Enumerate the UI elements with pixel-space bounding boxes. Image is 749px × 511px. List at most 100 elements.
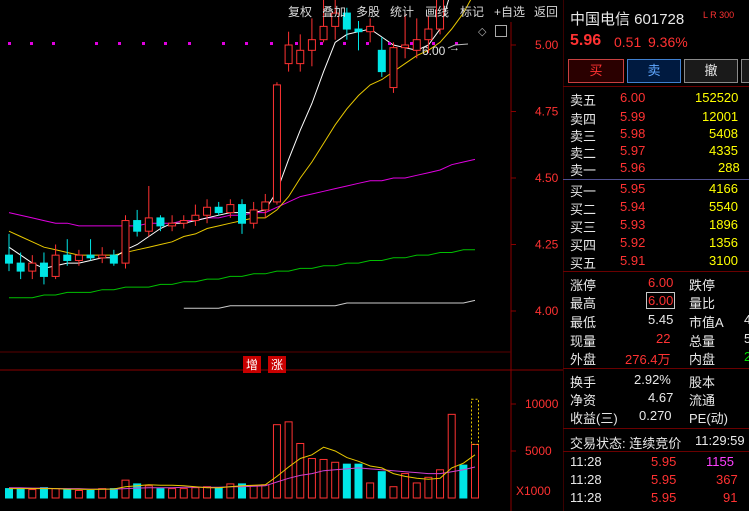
candle-body [249,209,258,224]
ask-volume: 4335 [709,143,738,158]
signal-dot [164,42,167,45]
signal-dot [30,42,33,45]
overlay-button[interactable]: 叠加 [322,3,346,21]
expand-icon[interactable] [495,25,507,37]
limit-up-label: 涨停 [570,278,597,293]
candle-body [109,254,118,264]
panel-divider [563,368,749,369]
price-change: 0.51 [614,34,642,50]
high-value: 6.00 [646,292,676,309]
add-watchlist-button[interactable]: +自选 [494,3,525,21]
volume-bar [284,421,293,499]
candle-body [424,28,433,41]
signal-dot [222,42,225,45]
tick-time: 11:28 [570,490,602,505]
draw-line-button[interactable]: 画线 [425,3,449,21]
restore-rights-button[interactable]: 复权 [288,3,312,21]
tick-time: 11:28 [570,454,602,469]
cancel-label: 撤 [704,63,718,78]
market-cap-value: 4 [744,312,749,327]
bid-volume: 3100 [709,253,738,268]
candle-body [307,39,316,51]
signal-dot [245,42,248,45]
candle-body [284,44,293,65]
eps-value: 0.270 [639,408,672,423]
volume-bar [203,486,212,499]
vol-ratio-label: 量比 [689,296,716,311]
candle-body [86,254,95,259]
panel-divider [563,271,749,272]
volume-bar [109,488,118,499]
buy-button[interactable]: 买 [568,59,624,83]
candle-body [272,84,281,203]
price-tick-label: 5.00 [535,38,559,52]
statistics-button[interactable]: 统计 [390,3,414,21]
kline-chart-svg[interactable]: 6.005.755.505.255.004.754.504.254.001000… [0,0,563,511]
volume-bar [156,488,165,499]
mark-button[interactable]: 标记 [460,3,484,21]
nav-label: 净资 [570,393,597,408]
candle-body [16,262,25,272]
price-tick-label: 4.50 [535,171,559,185]
bid-price: 5.92 [620,235,646,250]
volume-bar [249,485,258,499]
current-price: 5.96 [570,32,602,49]
ask-price: 5.96 [620,160,646,175]
volume-bar [16,488,25,499]
candle-body [226,204,235,214]
candle-body [121,220,130,264]
stock-name-code: 中国电信 601728 [570,11,685,28]
turnover-value: 2.92% [634,372,671,387]
tick-price: 5.95 [651,490,677,505]
nav-value: 4.67 [648,390,674,405]
limit-up-value: 6.00 [648,275,674,290]
volume-projection-bar [471,398,479,445]
tick-volume: 1155 [706,454,734,469]
volume-bar [354,463,363,499]
low-label: 最低 [570,315,597,330]
candle-body [179,220,188,224]
bid-label: 买一 [570,184,597,199]
volume-bar [191,487,200,499]
candle-body [168,222,177,227]
signal-dot [295,42,298,45]
panel-extra-button[interactable] [741,59,749,83]
volume-bar [74,489,83,499]
diamond-icon[interactable]: ◇ [478,25,486,38]
ask-volume: 5408 [709,126,738,141]
back-button[interactable]: 返回 [534,3,558,21]
candle-body [412,39,421,51]
price-tick-label: 4.00 [535,304,559,318]
chart-toolbar: 复权 叠加 多股 统计 画线 标记 +自选 返回 [283,0,563,24]
sell-button[interactable]: 卖 [627,59,681,83]
price-change-pct: 9.36% [648,34,688,50]
tick-price: 5.95 [651,454,677,469]
inner-volume-value: 2 [744,349,749,364]
trade-status-time: 11:29:59 [695,433,745,448]
volume-bar [98,488,107,499]
signal-dot [366,42,369,45]
ma-line-grey [183,299,476,309]
signal-dot [142,42,145,45]
volume-bar [424,476,433,499]
multi-stock-button[interactable]: 多股 [356,3,380,21]
candle-body [5,254,13,264]
signal-dot [388,42,391,45]
candlesticks [5,0,445,285]
candle-body [133,220,142,232]
volume-bar [272,424,281,499]
total-volume-value: 5 [744,331,749,346]
signal-dot [410,42,413,45]
candle-body [51,254,60,277]
kline-chart-area[interactable]: 6.005.755.505.255.004.754.504.254.001000… [0,0,563,511]
price-tick-label: 4.75 [535,105,559,119]
volume-bar [471,443,479,499]
ask-price: 5.99 [620,109,646,124]
bid-price: 5.93 [620,217,646,232]
volume-bar [28,489,37,499]
current-volume-value: 22 [656,331,671,346]
cancel-button[interactable]: 撤 [684,59,738,83]
ask-price: 5.98 [620,126,646,141]
signal-dot [8,42,11,45]
turnover-label: 换手 [570,375,597,390]
